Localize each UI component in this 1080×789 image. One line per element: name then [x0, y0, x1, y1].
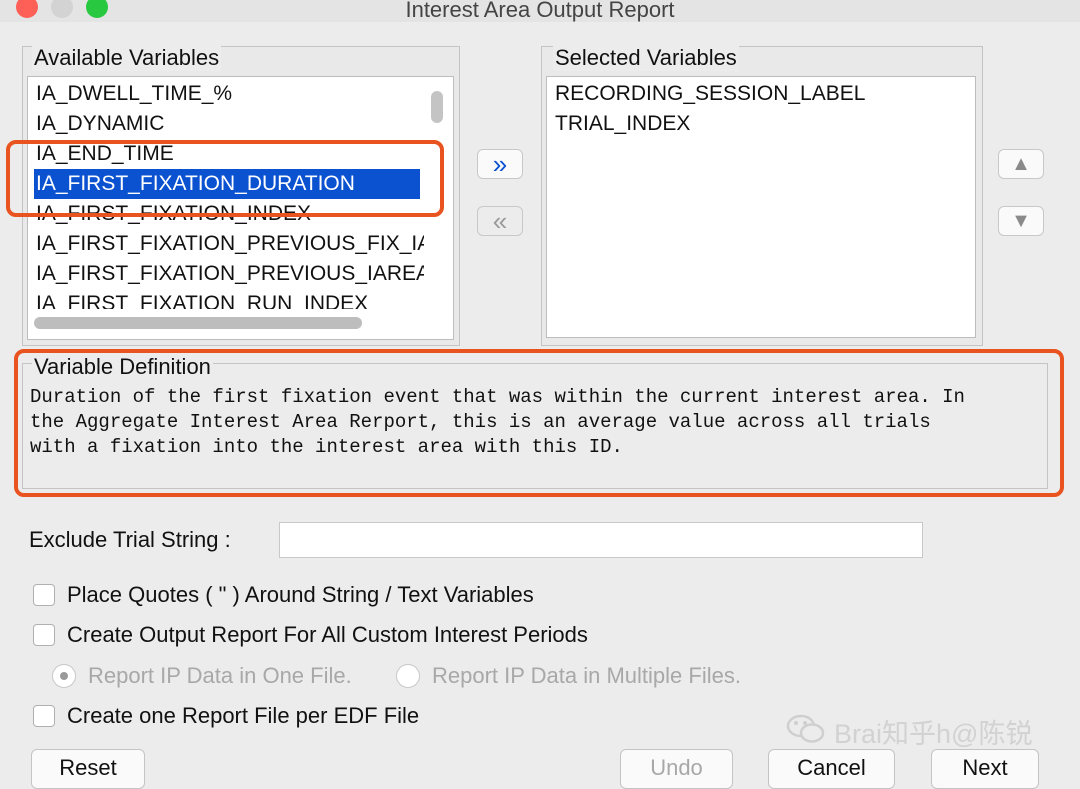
double-chevron-right-icon: »: [492, 149, 508, 179]
selected-variables-legend: Selected Variables: [553, 45, 739, 71]
place-quotes-label: Place Quotes ( " ) Around String / Text …: [67, 582, 534, 607]
triangle-down-icon: ▼: [1011, 209, 1031, 232]
cancel-button[interactable]: Cancel: [768, 749, 895, 789]
move-up-button[interactable]: ▲: [998, 149, 1044, 179]
move-down-button[interactable]: ▼: [998, 206, 1044, 236]
list-item[interactable]: IA_DWELL_TIME_%: [36, 79, 232, 109]
list-item[interactable]: IA_FIRST_FIXATION_PREVIOUS_IAREAS: [36, 259, 444, 289]
highlight-box-selected-variable: [6, 140, 444, 217]
report-ip-one-file-radio[interactable]: [52, 664, 76, 688]
undo-button[interactable]: Undo: [620, 749, 733, 789]
exclude-trial-string-label: Exclude Trial String :: [29, 527, 231, 552]
list-item[interactable]: IA_FIRST_FIXATION_PREVIOUS_FIX_IA: [36, 229, 431, 259]
place-quotes-checkbox[interactable]: [33, 584, 55, 606]
selected-variables-list[interactable]: RECORDING_SESSION_LABEL TRIAL_INDEX: [546, 76, 976, 338]
list-item[interactable]: IA_DYNAMIC: [36, 109, 164, 139]
window-title: Interest Area Output Report: [405, 0, 675, 22]
vertical-scrollbar[interactable]: [431, 91, 443, 123]
highlight-box-definition: [14, 349, 1064, 497]
report-per-edf-label: Create one Report File per EDF File: [67, 703, 420, 728]
report-ip-multiple-files-radio[interactable]: [396, 664, 420, 688]
exclude-trial-string-input[interactable]: [279, 522, 923, 558]
custom-interest-periods-label: Create Output Report For All Custom Inte…: [67, 622, 588, 647]
horizontal-scrollbar[interactable]: [34, 317, 362, 329]
add-variable-button[interactable]: »: [477, 149, 523, 179]
double-chevron-left-icon: «: [492, 206, 508, 236]
report-per-edf-checkbox[interactable]: [33, 705, 55, 727]
custom-interest-periods-checkbox[interactable]: [33, 624, 55, 646]
report-ip-one-file-label: Report IP Data in One File.: [88, 663, 352, 688]
wechat-icon: [786, 712, 826, 746]
next-button[interactable]: Next: [931, 749, 1039, 789]
remove-variable-button[interactable]: «: [477, 206, 523, 236]
reset-button[interactable]: Reset: [31, 749, 145, 789]
available-variables-legend: Available Variables: [32, 45, 222, 71]
report-ip-multiple-files-label: Report IP Data in Multiple Files.: [432, 663, 741, 688]
list-item[interactable]: TRIAL_INDEX: [555, 109, 690, 139]
radio-dot-icon: [60, 672, 68, 680]
list-item[interactable]: RECORDING_SESSION_LABEL: [555, 79, 865, 109]
watermark-text: Brai知乎h@陈锐: [834, 719, 1033, 749]
triangle-up-icon: ▲: [1011, 152, 1031, 175]
